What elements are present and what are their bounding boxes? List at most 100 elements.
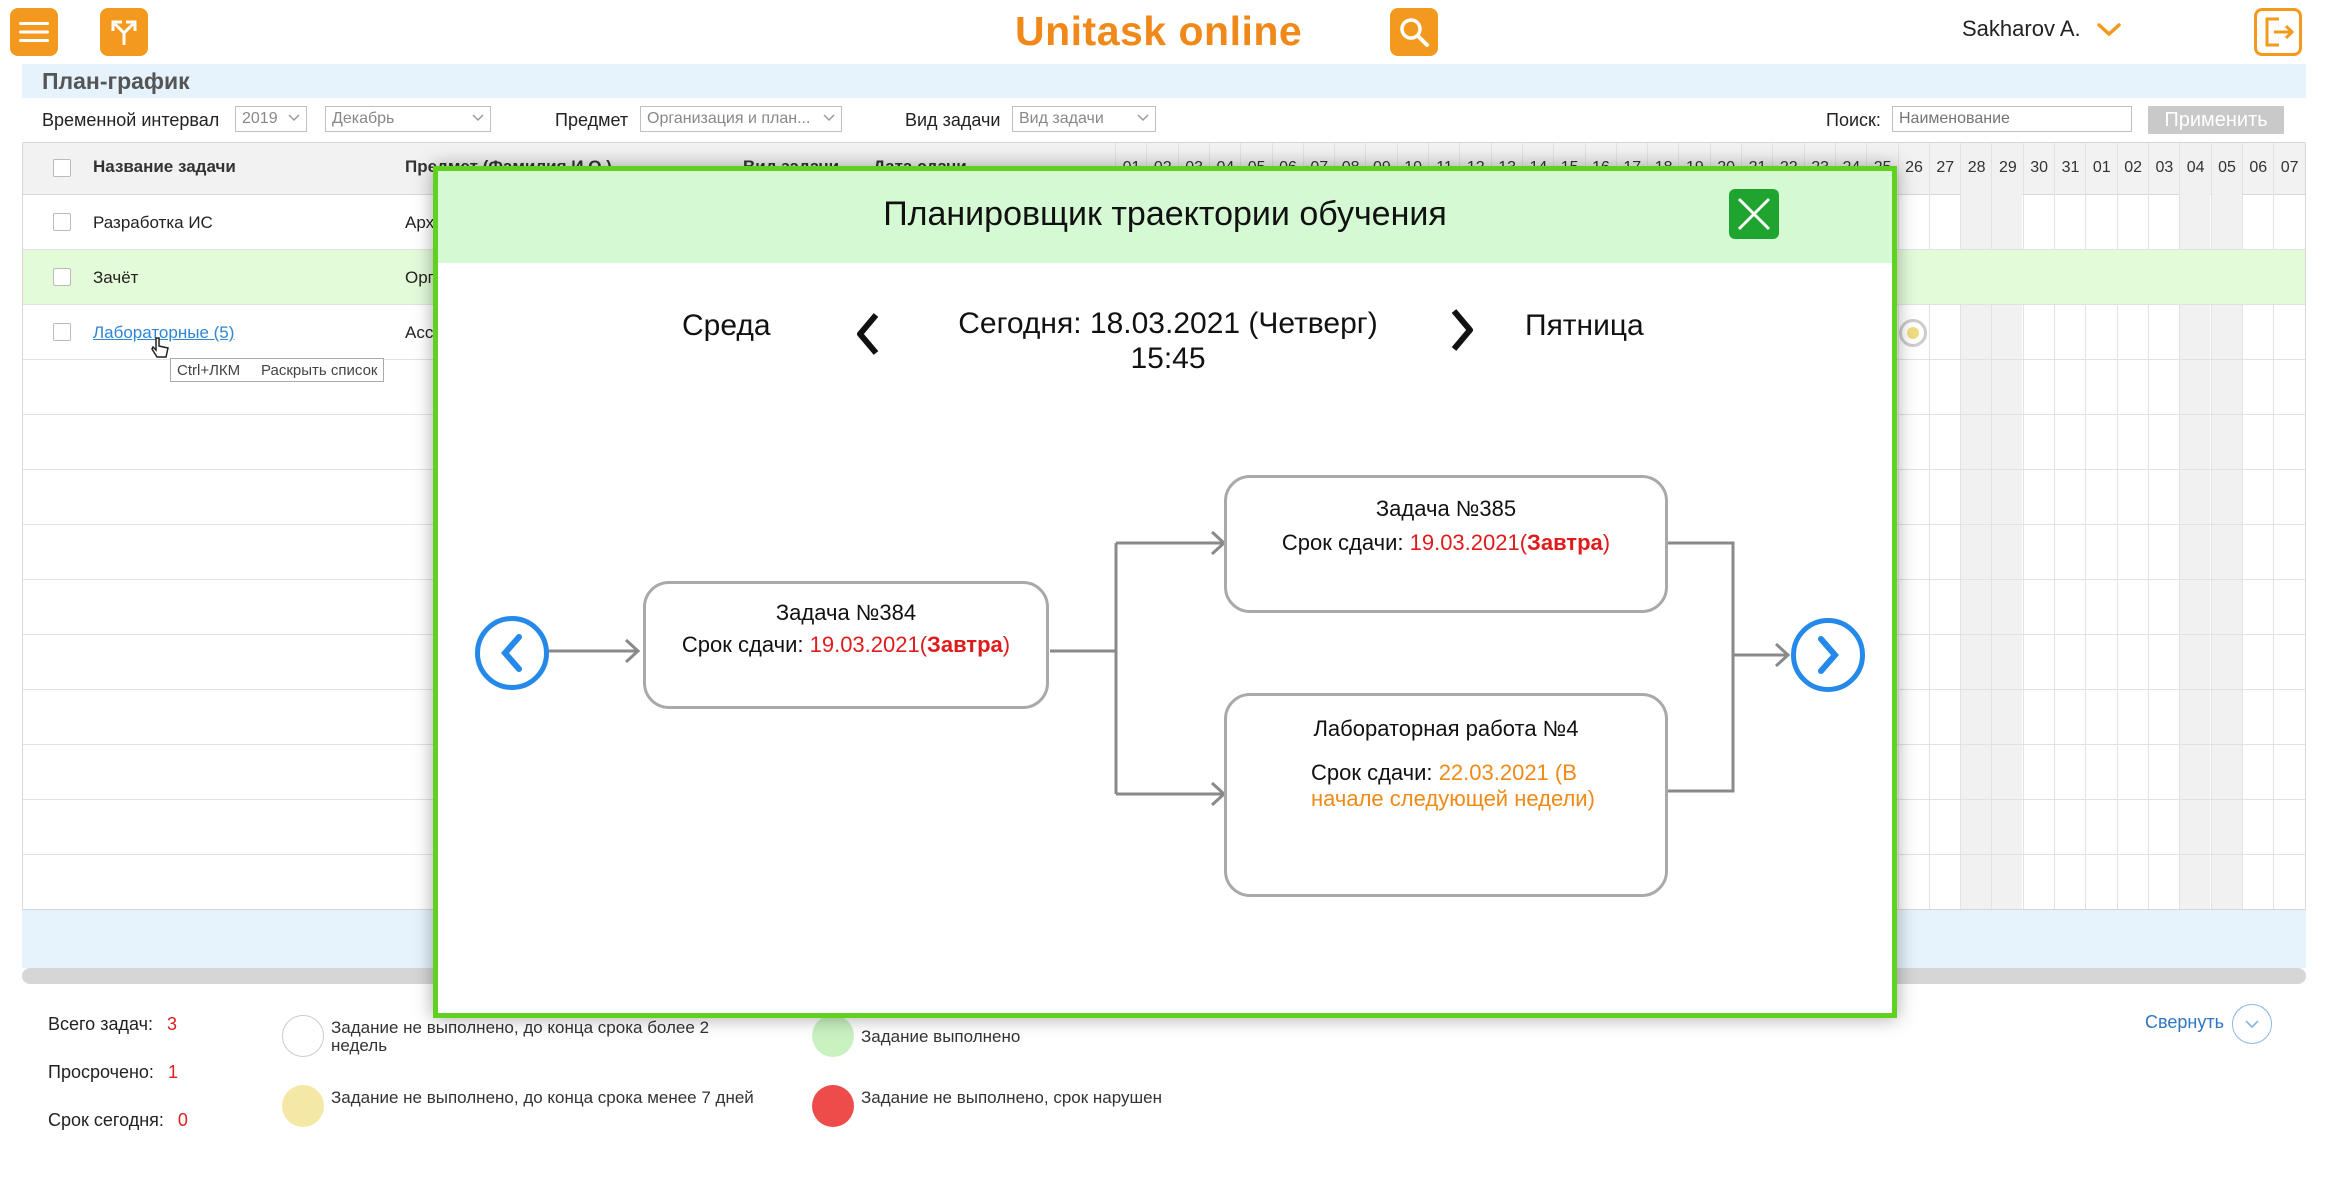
task-deadline: Срок сдачи: 22.03.2021 (В начале следующ… — [1311, 760, 1651, 812]
chevron-down-icon[interactable] — [2096, 22, 2122, 38]
collapse-link[interactable]: Свернуть — [2145, 1012, 2224, 1033]
task-card-385[interactable]: Задача №385 Срок сдачи: 19.03.2021(Завтр… — [1224, 475, 1668, 613]
calendar-day-header: 30 — [2030, 159, 2049, 176]
branch-arrows-icon — [111, 20, 137, 45]
tooltip-keys: Ctrl+ЛКМ — [177, 362, 241, 379]
calendar-day-header: 29 — [1998, 159, 2017, 176]
row-checkbox[interactable] — [53, 323, 71, 341]
task-subject: Арх — [405, 213, 435, 232]
overdue-label: Просрочено: — [48, 1062, 154, 1082]
app-brand: Unitask online — [1015, 8, 1303, 54]
search-label: Поиск: — [1826, 110, 1881, 130]
subject-select[interactable]: Организация и план... — [640, 106, 842, 132]
next-step-button[interactable] — [1791, 618, 1865, 692]
task-type-select[interactable]: Вид задачи — [1012, 106, 1156, 132]
year-select[interactable]: 2019 — [235, 106, 307, 132]
deadline-note-close: ) — [1002, 632, 1011, 657]
filters-bar: Временной интервал 2019 Декабрь Предмет … — [0, 104, 2330, 136]
today-label: Срок сегодня: — [48, 1110, 164, 1130]
deadline-label: Срок сдачи: — [681, 632, 804, 657]
overdue-value: 1 — [167, 1062, 178, 1082]
subject-value: Организация и план... — [647, 110, 811, 127]
deadline-note-close: ) — [1602, 530, 1611, 555]
task-type-value: Вид задачи — [1019, 110, 1104, 127]
trajectory-planner-modal: Планировщик траектории обучения Среда Се… — [433, 166, 1897, 1018]
calendar-day-header: 26 — [1905, 159, 1923, 176]
mouse-pointer-icon — [151, 337, 169, 358]
calendar-day-header: 04 — [2186, 159, 2205, 176]
subject-label: Предмет — [555, 110, 629, 130]
year-value: 2019 — [242, 110, 278, 127]
prev-step-button[interactable] — [475, 616, 549, 690]
calendar-day-header: 03 — [2155, 159, 2174, 176]
user-name[interactable]: Sakharov A. — [1962, 16, 2081, 42]
chevron-down-icon — [1137, 114, 1149, 122]
calendar-day-header: 05 — [2218, 159, 2236, 176]
deadline-date: 22.03.2021 — [1438, 760, 1549, 785]
calendar-day-header: 01 — [2092, 159, 2111, 176]
task-deadline: Срок сдачи: 19.03.2021(Завтра) — [1227, 530, 1665, 556]
calendar-day-header: 02 — [2124, 159, 2142, 176]
chevron-down-icon — [2245, 1020, 2259, 1029]
logout-button[interactable] — [2254, 8, 2302, 56]
calendar-day-header: 28 — [1967, 159, 1986, 176]
deadline-label: Срок сдачи: — [1311, 760, 1433, 785]
chevron-down-icon — [472, 114, 484, 122]
select-all-checkbox[interactable] — [53, 159, 71, 177]
deadline-note-start: (В — [1554, 760, 1577, 785]
status-dot[interactable] — [1899, 319, 1927, 347]
apply-button[interactable]: Применить — [2148, 106, 2284, 134]
page-title-bar: План-график — [22, 64, 2306, 98]
calendar-day-header: 31 — [2061, 159, 2080, 176]
hamburger-icon — [19, 22, 49, 42]
deadline-note: Завтра — [927, 632, 1003, 657]
tooltip-text: Раскрыть список — [261, 362, 378, 379]
chevron-down-icon — [823, 114, 835, 122]
legend-text: Задание не выполнено, срок нарушен — [861, 1088, 1162, 1107]
task-type-label: Вид задачи — [905, 110, 1001, 130]
today-value: 0 — [177, 1110, 188, 1130]
legend-dot-yellow — [282, 1085, 324, 1127]
task-card-384[interactable]: Задача №384 Срок сдачи: 19.03.2021(Завтр… — [643, 581, 1049, 709]
legend-dot-green — [812, 1015, 854, 1057]
menu-button[interactable] — [10, 8, 58, 56]
deadline-note-end: начале следующей недели) — [1311, 786, 1595, 811]
task-name: Зачёт — [93, 268, 139, 287]
calendar-day-header: 06 — [2249, 159, 2268, 176]
due-today-tasks: Срок сегодня: 0 — [48, 1110, 188, 1131]
deadline-label: Срок сдачи: — [1281, 530, 1404, 555]
legend-text: Задание не выполнено, до конца срока бол… — [331, 1018, 710, 1055]
page-title: План-график — [42, 68, 190, 94]
deadline-note: Завтра — [1527, 530, 1603, 555]
task-title: Задача №384 — [775, 600, 917, 625]
deadline-note-open: ( — [919, 632, 928, 657]
task-subject: Асс — [405, 323, 434, 342]
deadline-date: 19.03.2021 — [809, 632, 920, 657]
collapse-button[interactable] — [2232, 1004, 2272, 1044]
chevron-right-icon — [1818, 636, 1839, 674]
task-name: Разработка ИС — [93, 213, 213, 232]
legend-dot-red — [812, 1085, 854, 1127]
row-checkbox[interactable] — [53, 213, 71, 231]
total-value: 3 — [166, 1014, 177, 1034]
task-subject: Орг — [405, 268, 434, 287]
interval-label: Временной интервал — [42, 110, 220, 130]
search-button[interactable] — [1390, 8, 1438, 56]
calendar-day-header: 07 — [2280, 159, 2299, 176]
deadline-note-open: ( — [1519, 530, 1528, 555]
legend-dot-white — [282, 1015, 324, 1057]
overdue-tasks: Просрочено: 1 — [48, 1062, 178, 1083]
task-title: Лабораторная работа №4 — [1313, 716, 1579, 741]
task-card-lab-4[interactable]: Лабораторная работа №4 Срок сдачи: 22.03… — [1224, 693, 1668, 897]
row-checkbox[interactable] — [53, 268, 71, 286]
search-icon — [1400, 18, 1429, 47]
trajectory-button[interactable] — [100, 8, 148, 56]
col-task-name[interactable]: Название задачи — [93, 157, 236, 177]
tooltip: Ctrl+ЛКМ Раскрыть список — [170, 358, 385, 382]
total-tasks: Всего задач: 3 — [48, 1014, 177, 1035]
logout-icon — [2265, 17, 2295, 47]
search-input[interactable] — [1892, 106, 2132, 132]
chevron-left-icon — [501, 634, 522, 672]
total-label: Всего задач: — [48, 1014, 153, 1034]
month-select[interactable]: Декабрь — [325, 106, 491, 132]
